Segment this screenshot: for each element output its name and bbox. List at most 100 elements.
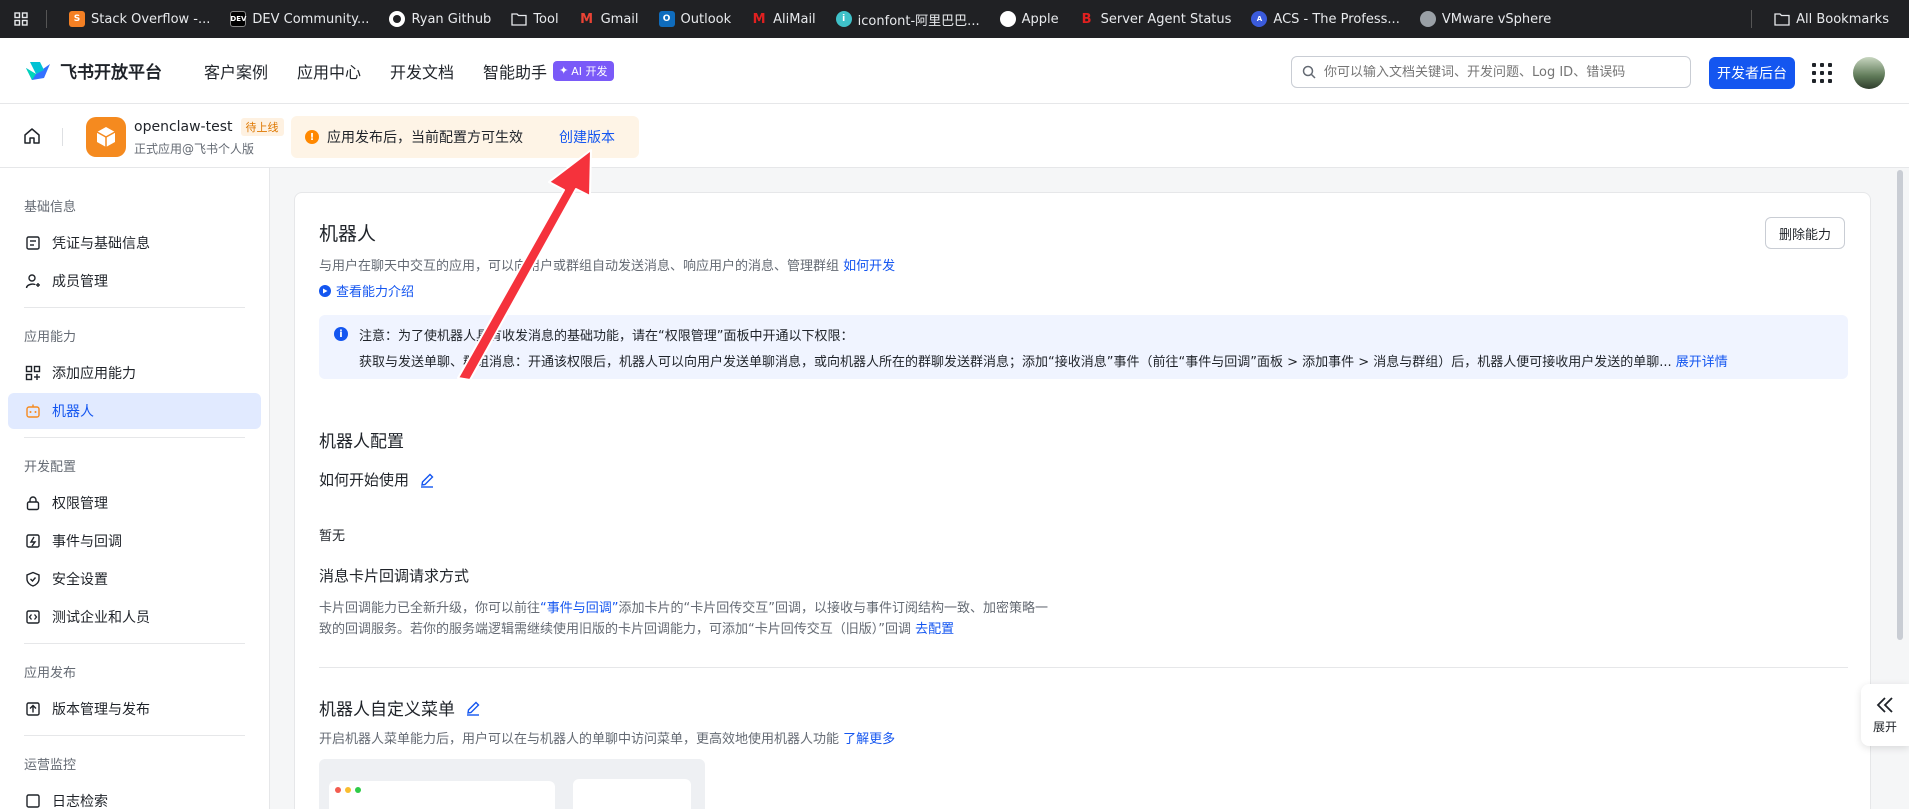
custom-menu-description: 开启机器人菜单能力后，用户可以在与机器人的单聊中访问菜单，更高效地使用机器人功能… [319,732,896,747]
permission-info-box: i 注意：为了使机器人具有收发消息的基础功能，请在“权限管理”面板中开通以下权限… [319,315,1848,379]
sidebar-group-monitoring: 运营监控 [24,758,77,773]
expand-details-link[interactable]: 展开详情 [1676,355,1728,370]
github-icon [389,11,406,27]
delete-capability-button[interactable]: 删除能力 [1765,217,1845,249]
learn-more-link[interactable]: 了解更多 [843,732,895,747]
sidebar-item-robot[interactable]: 机器人 [8,393,261,429]
menu-preview-image [319,759,705,809]
sidebar-item-security[interactable]: 安全设置 [8,561,261,597]
sidebar-divider [24,643,245,644]
doc-search-box[interactable] [1291,56,1691,88]
outlook-icon: O [658,11,675,27]
robot-config-title: 机器人配置 [319,432,404,452]
shield-icon [24,570,42,588]
card-callback-description: 卡片回调能力已全新升级，你可以前往“事件与回调”添加卡片的“卡片回传交互”回调，… [319,601,1048,637]
credential-icon [24,234,42,252]
developer-console-button[interactable]: 开发者后台 [1709,57,1795,89]
user-avatar[interactable] [1853,57,1885,89]
acs-icon: A [1251,11,1268,27]
create-version-link[interactable]: 创建版本 [559,127,615,147]
home-icon[interactable] [22,126,42,146]
nav-dev-docs[interactable]: 开发文档 [390,59,454,83]
globe-icon [1419,11,1436,27]
bookmarks-separator-right [1751,10,1753,28]
main-content: 机器人 与用户在聊天中交互的应用，可以向用户或群组自动发送消息、响应用户的消息、… [270,168,1909,809]
edit-icon[interactable] [465,700,481,716]
bookmark-apple[interactable]: Apple [990,5,1069,33]
page-title: 机器人 [319,223,377,245]
warning-icon: ! [305,130,319,144]
sidebar-item-members[interactable]: 成员管理 [8,263,261,299]
search-input[interactable] [1324,64,1664,80]
sidebar-divider [24,437,245,438]
expand-panel-button[interactable]: 展开 [1861,684,1909,746]
app-launcher-icon[interactable] [1812,63,1832,83]
bookmark-dev-community[interactable]: DEV DEV Community... [220,5,379,33]
sidebar-item-add-capability[interactable]: 添加应用能力 [8,355,261,391]
alimail-icon: M [752,11,766,27]
card-callback-title: 消息卡片回调请求方式 [319,567,470,585]
bookmark-stackoverflow[interactable]: S Stack Overflow -... [59,5,220,33]
sidebar-item-log-search[interactable]: 日志检索 [8,783,261,809]
add-capability-icon [24,364,42,382]
bookmark-iconfont[interactable]: i iconfont-阿里巴巴... [826,5,990,33]
brand-logo[interactable]: 飞书开放平台 [24,58,162,83]
app-status-badge: 待上线 [240,118,284,136]
bookmark-vmware[interactable]: VMware vSphere [1410,5,1561,33]
nav-app-center[interactable]: 应用中心 [297,59,361,83]
preview-window-dots [335,787,361,793]
folder-icon [511,11,527,27]
search-icon [1302,65,1316,79]
info-body: 获取与发送单聊、群组消息：开通该权限后，机器人可以向用户发送单聊消息，或向机器人… [359,355,1728,370]
go-configure-link[interactable]: 去配置 [915,622,954,637]
app-subtitle: 正式应用@飞书个人版 [134,142,255,156]
capability-description: 与用户在聊天中交互的应用，可以向用户或群组自动发送消息、响应用户的消息、管理群组… [319,259,896,274]
nav-ai-assistant[interactable]: 智能助手 ✦ AI 开发 [483,59,614,83]
sidebar: 基础信息 凭证与基础信息 成员管理 应用能力 添加应用能力 机器人 开发配置 权… [0,168,270,809]
member-add-icon [24,272,42,290]
sidebar-item-test-tenants[interactable]: 测试企业和人员 [8,599,261,635]
sidebar-divider [24,735,245,736]
bookmark-acs[interactable]: A ACS - The Profess... [1241,5,1409,33]
info-title: 注意：为了使机器人具有收发消息的基础功能，请在“权限管理”面板中开通以下权限： [359,329,854,344]
bookmarks-separator [46,10,47,28]
bookmark-gmail[interactable]: M Gmail [569,5,649,33]
sidebar-item-permissions[interactable]: 权限管理 [8,485,261,521]
events-callback-link[interactable]: “事件与回调” [540,601,618,616]
edit-icon[interactable] [419,472,435,488]
sparkle-icon: ✦ [559,64,569,77]
iconfont-icon: i [835,11,852,27]
publish-icon [24,700,42,718]
nav-customer-cases[interactable]: 客户案例 [204,59,268,83]
bookmark-server-agent[interactable]: B Server Agent Status [1069,5,1242,33]
bookmark-tool-folder[interactable]: Tool [501,5,568,33]
sidebar-item-version-publish[interactable]: 版本管理与发布 [8,691,261,727]
all-bookmarks[interactable]: All Bookmarks [1764,5,1899,33]
lock-icon [24,494,42,512]
apps-grid-icon[interactable] [10,8,32,30]
sidebar-group-capabilities: 应用能力 [24,330,77,345]
play-icon [319,284,331,297]
bookmark-outlook[interactable]: O Outlook [649,5,742,33]
view-intro-link[interactable]: 查看能力介绍 [319,281,414,300]
sidebar-item-events[interactable]: 事件与回调 [8,523,261,559]
folder-icon [1774,11,1790,27]
sidebar-item-credentials[interactable]: 凭证与基础信息 [8,225,261,261]
sidebar-group-basic: 基础信息 [24,200,77,215]
app-name[interactable]: openclaw-test 待上线 [134,118,284,136]
robot-icon [24,402,42,420]
info-icon: i [334,327,348,341]
feishu-logo-icon [26,61,50,80]
box-icon [96,127,116,147]
page-scrollbar[interactable] [1897,170,1903,640]
log-search-icon [24,792,42,809]
bookmark-ryan-github[interactable]: Ryan Github [379,5,501,33]
top-header: 飞书开放平台 客户案例 应用中心 开发文档 智能助手 ✦AI 开发 开发者后台 [0,38,1909,104]
dev-icon: DEV [230,11,246,27]
howto-title: 如何开始使用 [319,469,435,490]
ai-dev-badge: ✦ AI 开发 [553,60,614,81]
how-to-develop-link[interactable]: 如何开发 [843,259,895,274]
event-icon [24,532,42,550]
double-chevron-left-icon [1876,696,1893,713]
bookmark-alimail[interactable]: M AliMail [741,5,826,33]
